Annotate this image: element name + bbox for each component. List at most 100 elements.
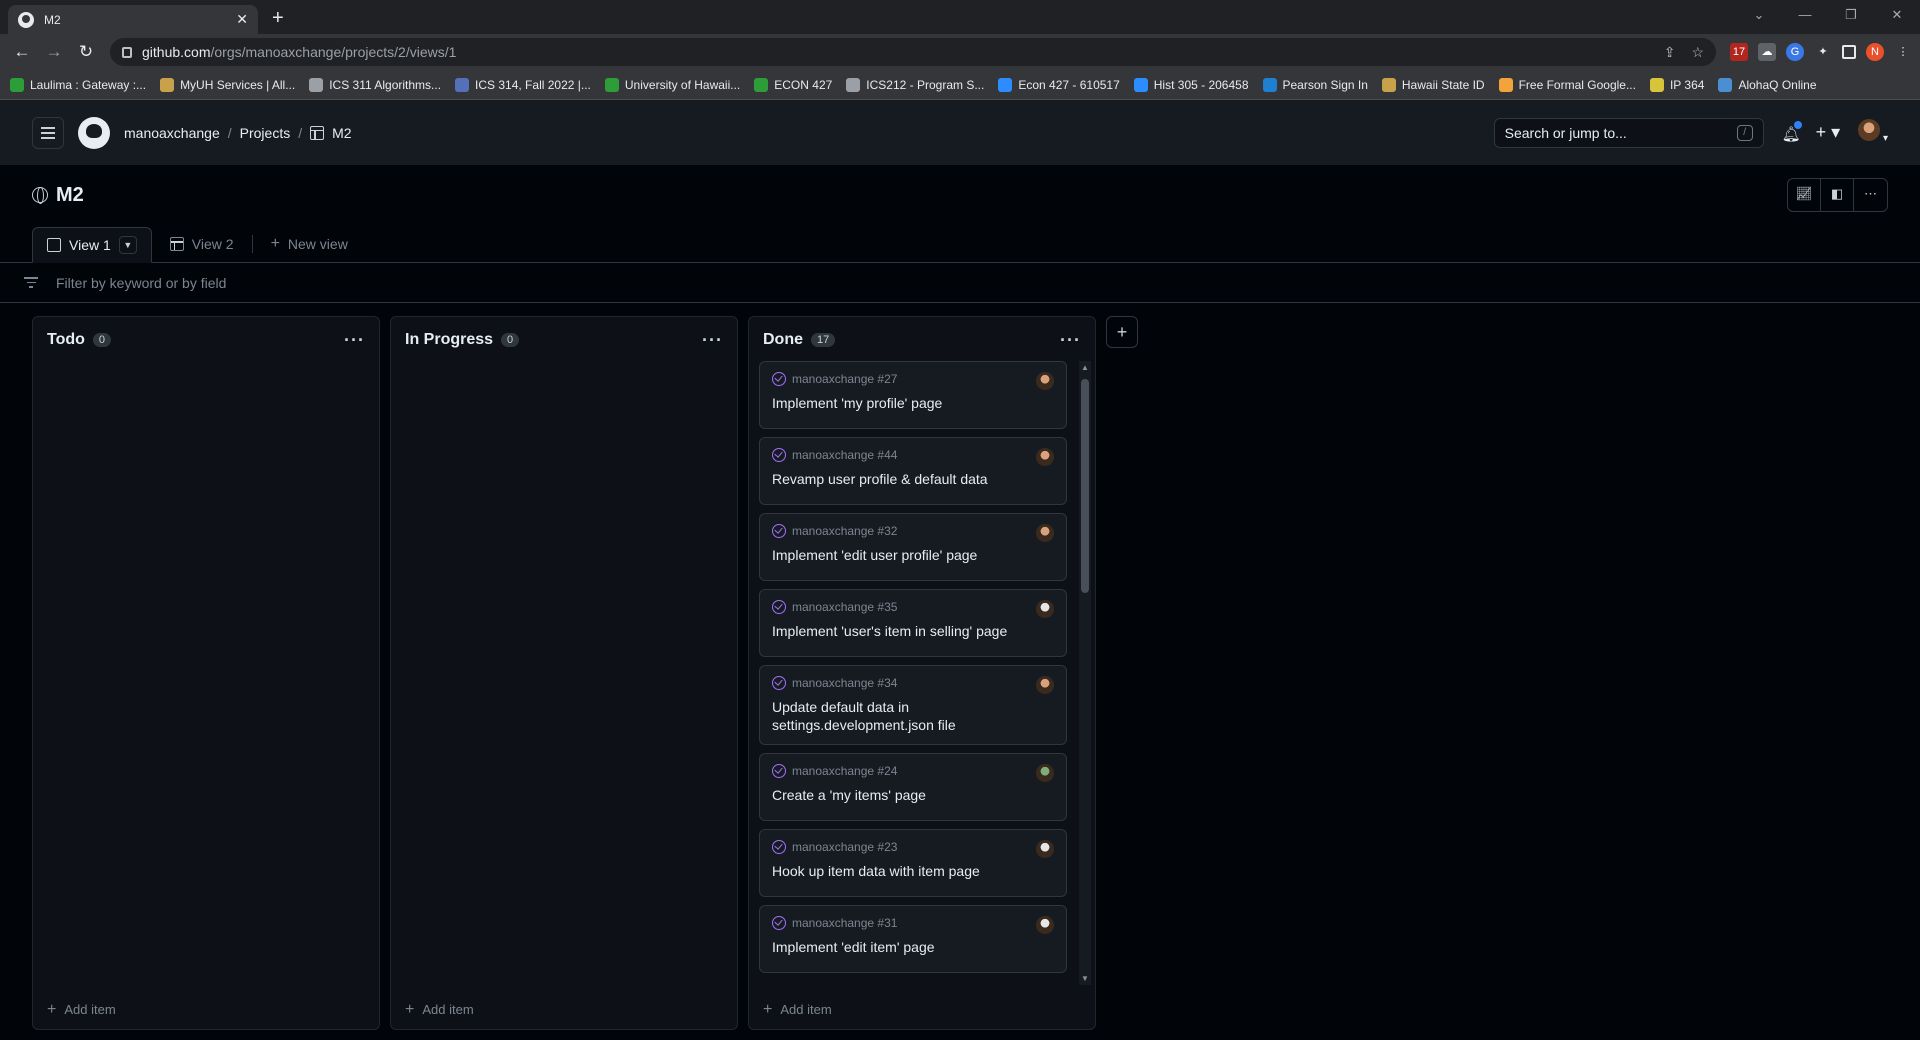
new-tab-icon[interactable]: + xyxy=(272,7,284,30)
add-column-button[interactable]: + xyxy=(1106,316,1138,348)
issue-card[interactable]: manoaxchange #44 Revamp user profile & de… xyxy=(759,437,1067,505)
close-tab-icon[interactable]: ✕ xyxy=(236,11,248,28)
add-item-button[interactable]: + Add item xyxy=(405,1001,474,1019)
extension-icon[interactable]: ☁ xyxy=(1758,43,1776,61)
issue-ref[interactable]: manoaxchange #31 xyxy=(792,916,897,930)
address-bar[interactable]: github.com/orgs/manoaxchange/projects/2/… xyxy=(110,38,1716,66)
bookmark-item[interactable]: Laulima : Gateway :... xyxy=(10,77,146,92)
reload-icon[interactable]: ↻ xyxy=(72,38,100,66)
bookmark-item[interactable]: MyUH Services | All... xyxy=(160,77,295,92)
extensions: 17 ☁ G ✦ N ⋮ xyxy=(1730,43,1912,61)
bookmark-item[interactable]: Free Formal Google... xyxy=(1498,77,1636,92)
bookmark-item[interactable]: ICS 314, Fall 2022 |... xyxy=(455,77,591,92)
issue-card[interactable]: manoaxchange #34 Update default data in s… xyxy=(759,665,1067,745)
closed-issue-icon xyxy=(772,676,786,690)
issue-title[interactable]: Implement 'edit item' page xyxy=(772,938,1054,956)
close-window-icon[interactable]: ✕ xyxy=(1874,0,1920,30)
issue-ref[interactable]: manoaxchange #27 xyxy=(792,372,897,386)
assignee-avatar[interactable] xyxy=(1036,524,1054,542)
extension-icon[interactable]: G xyxy=(1786,43,1804,61)
issue-card[interactable]: manoaxchange #31 Implement 'edit item' pa… xyxy=(759,905,1067,973)
bookmark-item[interactable]: Hist 305 - 206458 xyxy=(1133,77,1249,92)
user-avatar-dropdown[interactable]: ▾ xyxy=(1858,119,1888,146)
filter-bar[interactable]: Filter by keyword or by field xyxy=(0,263,1920,303)
share-icon[interactable]: ⇪ xyxy=(1664,44,1676,61)
issue-ref[interactable]: manoaxchange #44 xyxy=(792,448,897,462)
breadcrumb-org[interactable]: manoaxchange xyxy=(124,125,220,141)
browser-tab[interactable]: M2 ✕ xyxy=(8,5,258,34)
more-options-icon[interactable]: ⋯ xyxy=(1854,179,1887,211)
bookmark-favicon-icon xyxy=(1649,77,1664,92)
issue-ref[interactable]: manoaxchange #34 xyxy=(792,676,897,690)
forward-icon[interactable]: → xyxy=(40,38,68,66)
issue-title[interactable]: Update default data in settings.developm… xyxy=(772,698,1054,734)
bookmark-item[interactable]: Econ 427 - 610517 xyxy=(998,77,1120,92)
back-icon[interactable]: ← xyxy=(8,38,36,66)
issue-ref[interactable]: manoaxchange #23 xyxy=(792,840,897,854)
assignee-avatar[interactable] xyxy=(1036,448,1054,466)
issue-card[interactable]: manoaxchange #24 Create a 'my items' page xyxy=(759,753,1067,821)
issue-title[interactable]: Implement 'user's item in selling' page xyxy=(772,622,1054,640)
side-panel-icon[interactable] xyxy=(1842,45,1856,59)
column-count: 0 xyxy=(501,333,520,347)
create-new-dropdown[interactable]: + ▾ xyxy=(1816,122,1841,143)
tab-search-icon[interactable]: ⌄ xyxy=(1736,0,1782,30)
notifications-bell-icon[interactable]: 🔔︎ xyxy=(1782,120,1802,143)
issue-title[interactable]: Implement 'edit user profile' page xyxy=(772,546,1054,564)
issue-card[interactable]: manoaxchange #32 Implement 'edit user pro… xyxy=(759,513,1067,581)
column-menu-icon[interactable]: ··· xyxy=(344,330,365,351)
insights-chart-icon[interactable]: 📈︎ xyxy=(1788,179,1821,211)
new-view-button[interactable]: + New view xyxy=(257,226,362,262)
closed-issue-icon xyxy=(772,600,786,614)
tab-view-1[interactable]: View 1 ▼ xyxy=(32,227,152,263)
column-todo: Todo 0 ··· + Add item xyxy=(32,316,380,1030)
bookmark-item[interactable]: AlohaQ Online xyxy=(1718,77,1817,92)
extension-icon[interactable]: 17 xyxy=(1730,43,1748,61)
side-panel-icon[interactable]: ◧ xyxy=(1821,179,1854,211)
bookmark-item[interactable]: ICS212 - Program S... xyxy=(846,77,984,92)
issue-ref[interactable]: manoaxchange #32 xyxy=(792,524,897,538)
menu-icon[interactable]: ⋮ xyxy=(1894,43,1912,61)
view-options-dropdown[interactable]: ▼ xyxy=(118,236,137,254)
tab-view-2[interactable]: View 2 xyxy=(156,226,248,262)
assignee-avatar[interactable] xyxy=(1036,764,1054,782)
issue-title[interactable]: Revamp user profile & default data xyxy=(772,470,1054,488)
issue-title[interactable]: Create a 'my items' page xyxy=(772,786,1054,804)
restore-icon[interactable]: ❐ xyxy=(1828,0,1874,30)
bookmark-item[interactable]: University of Hawaii... xyxy=(604,77,740,92)
issue-title[interactable]: Implement 'my profile' page xyxy=(772,394,1054,412)
add-item-button[interactable]: + Add item xyxy=(763,1001,832,1019)
assignee-avatar[interactable] xyxy=(1036,372,1054,390)
bookmark-item[interactable]: IP 364 xyxy=(1649,77,1704,92)
bookmark-item[interactable]: Hawaii State ID xyxy=(1381,77,1485,92)
puzzle-icon[interactable]: ✦ xyxy=(1814,43,1832,61)
search-input[interactable]: Search or jump to... / xyxy=(1493,117,1764,148)
hamburger-menu-button[interactable] xyxy=(32,116,64,149)
issue-card[interactable]: manoaxchange #35 Implement 'user's item i… xyxy=(759,589,1067,657)
profile-avatar[interactable]: N xyxy=(1866,43,1884,61)
issue-title[interactable]: Hook up item data with item page xyxy=(772,862,1054,880)
assignee-avatar[interactable] xyxy=(1036,840,1054,858)
add-item-button[interactable]: + Add item xyxy=(47,1001,116,1019)
breadcrumb-project[interactable]: M2 xyxy=(332,125,351,141)
card-list: manoaxchange #27 Implement 'my profile' p… xyxy=(759,361,1067,985)
issue-ref[interactable]: manoaxchange #35 xyxy=(792,600,897,614)
column-menu-icon[interactable]: ··· xyxy=(702,330,723,351)
github-logo-icon[interactable] xyxy=(78,116,110,149)
scrollbar[interactable]: ▲ ▼ xyxy=(1079,361,1091,985)
issue-ref[interactable]: manoaxchange #24 xyxy=(792,764,897,778)
bookmark-item[interactable]: Pearson Sign In xyxy=(1262,77,1368,92)
column-menu-icon[interactable]: ··· xyxy=(1060,330,1081,351)
column-done: Done 17 ··· manoaxchange #27 Implement 'my … xyxy=(748,316,1096,1030)
bookmark-star-icon[interactable]: ☆ xyxy=(1691,44,1704,61)
bookmark-item[interactable]: ECON 427 xyxy=(754,77,832,92)
issue-card[interactable]: manoaxchange #27 Implement 'my profile' p… xyxy=(759,361,1067,429)
issue-card[interactable]: manoaxchange #23 Hook up item data with i… xyxy=(759,829,1067,897)
filter-input[interactable]: Filter by keyword or by field xyxy=(56,275,226,291)
assignee-avatar[interactable] xyxy=(1036,600,1054,618)
breadcrumb-projects[interactable]: Projects xyxy=(240,125,291,141)
bookmark-item[interactable]: ICS 311 Algorithms... xyxy=(309,77,441,92)
minimize-icon[interactable]: — xyxy=(1782,0,1828,30)
assignee-avatar[interactable] xyxy=(1036,676,1054,694)
assignee-avatar[interactable] xyxy=(1036,916,1054,934)
